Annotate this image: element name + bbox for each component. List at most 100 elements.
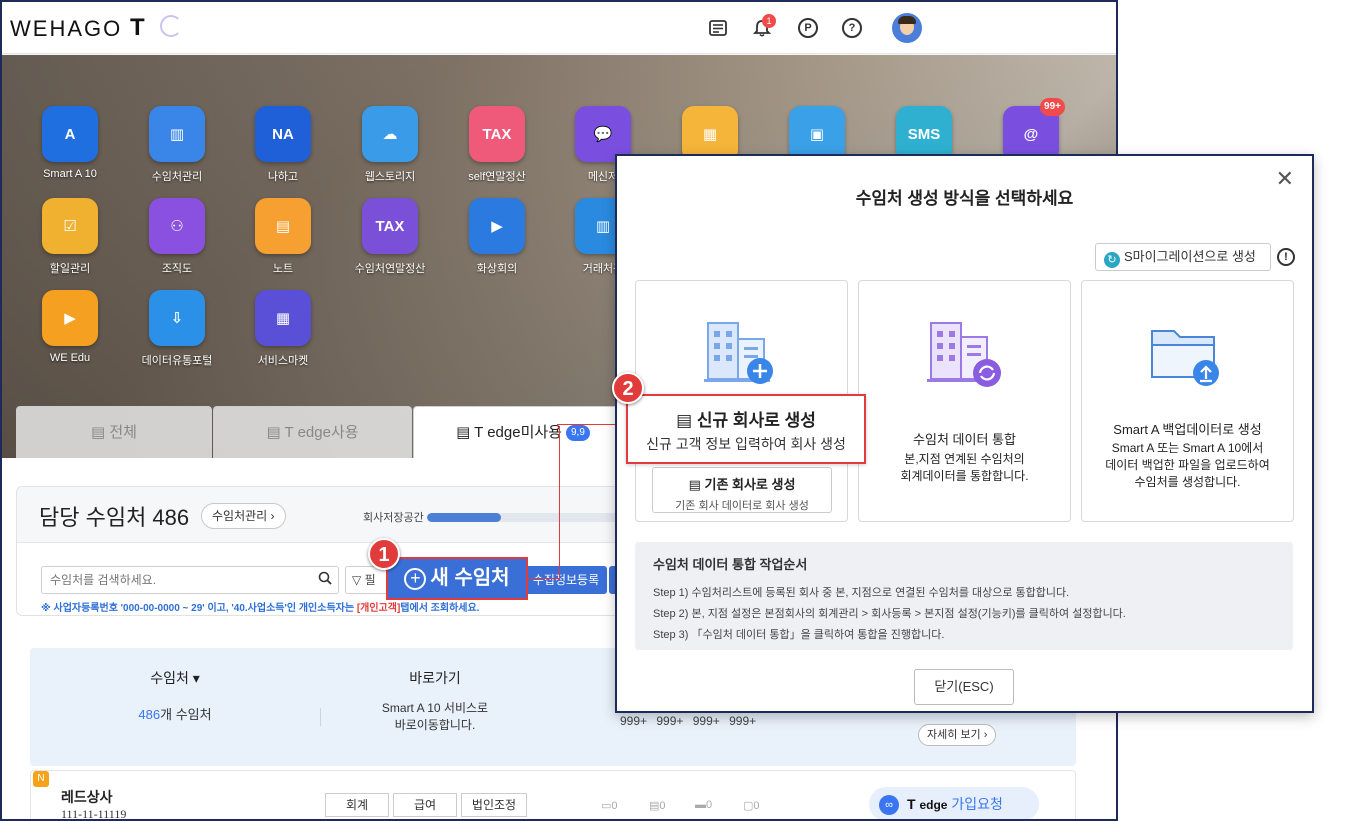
table-row[interactable]: N 레드상사 111-11-11119 회계 급여 법인조정 ▭0 ▤0 ▬0 …: [30, 770, 1076, 819]
app-tile[interactable]: ⚇ 조직도: [132, 198, 222, 276]
app-label: 조직도: [161, 263, 193, 275]
backup-data-card[interactable]: Smart A 백업데이터로 생성 Smart A 또는 Smart A 10에…: [1081, 280, 1294, 522]
building-add-icon: [704, 319, 776, 387]
link-icon: ∞: [879, 795, 899, 816]
app-icon: ☁: [362, 106, 418, 162]
app-label: 할일관리: [49, 263, 91, 275]
app-label: 나하고: [267, 171, 299, 183]
personal-tab-link[interactable]: [개인고객]: [357, 603, 400, 614]
tax-adjust-button[interactable]: 법인조정: [461, 793, 527, 817]
step-marker-2: 2: [612, 372, 644, 404]
info-icon[interactable]: !: [1277, 248, 1295, 266]
app-tile[interactable]: ▥ 수임처관리: [132, 106, 222, 184]
storage-bar: [427, 513, 627, 522]
logo-t: T: [130, 14, 145, 41]
app-label: 수임처연말정산: [354, 263, 426, 275]
step-2-text: Step 2) 본, 지점 설정은 본점회사의 회계관리 > 회사등록 > 본지…: [653, 608, 1126, 620]
app-icon: ⚇: [149, 198, 205, 254]
app-icon: TAX: [469, 106, 525, 162]
summary-shortcut: 바로가기 Smart A 10 서비스로 바로이동합니다.: [340, 648, 530, 766]
app-tile[interactable]: ☑ 할일관리: [25, 198, 115, 276]
s-migration-button[interactable]: ↻ S마이그레이션으로 생성: [1095, 243, 1271, 271]
app-icon: ▤: [255, 198, 311, 254]
client-name[interactable]: 레드상사: [61, 787, 113, 807]
app-tile[interactable]: ▶ 화상회의: [452, 198, 542, 276]
plus-icon: +: [404, 567, 427, 590]
merge-data-card[interactable]: 수임처 데이터 통합 본,지점 연계된 수임처의 회계데이터를 통합합니다.: [858, 280, 1071, 522]
existing-company-button[interactable]: ▤ 기존 회사로 생성 기존 회사 데이터로 회사 생성: [652, 467, 832, 513]
tab-count-badge: 9,9: [566, 425, 590, 442]
clients-count[interactable]: 486: [138, 707, 160, 722]
new-badge: N: [33, 771, 49, 787]
client-panel: 담당 수임처 486 수임처관리 › 회사저장공간 ▽ 필 수집정보등록 ※ 사…: [16, 486, 636, 616]
steps-title: 수임처 데이터 통합 작업순서: [653, 557, 808, 572]
app-label: self연말정산: [468, 171, 526, 183]
app-tile[interactable]: NA 나하고: [238, 106, 328, 184]
app-tile[interactable]: ▦ 서비스마켓: [238, 290, 328, 368]
app-icon: TAX: [362, 198, 418, 254]
app-icon: ⇩: [149, 290, 205, 346]
app-label: 데이터유통포털: [141, 355, 213, 367]
detail-view-button[interactable]: 자세히 보기 ›: [918, 724, 997, 746]
wehago-logo[interactable]: WEHAGO: [10, 16, 122, 42]
top-bar: WEHAGO T 1 P ?: [2, 2, 1116, 54]
step-marker-1: 1: [368, 538, 400, 570]
app-label: WE Edu: [49, 352, 91, 364]
collect-info-button[interactable]: 수집정보등록: [525, 566, 607, 594]
app-label: 수임처관리: [151, 171, 203, 183]
client-search[interactable]: [41, 566, 339, 594]
dialog-close-button[interactable]: 닫기(ESC): [914, 669, 1014, 705]
callout-connector: [559, 426, 560, 578]
tab-tedge-used[interactable]: ▤ T edge사용: [213, 406, 412, 458]
client-manage-button[interactable]: 수임처관리 ›: [201, 503, 286, 529]
app-label: 화상회의: [476, 263, 518, 275]
app-label: Smart A 10: [43, 168, 97, 180]
tab-all[interactable]: ▤ 전체: [16, 406, 212, 458]
new-client-button[interactable]: + 새 수임처: [386, 557, 528, 600]
app-icon: ▦: [255, 290, 311, 346]
doc-count-3: ▬0: [695, 799, 713, 811]
payroll-button[interactable]: 급여: [393, 793, 457, 817]
notification-badge: 1: [762, 14, 776, 28]
app-tile[interactable]: TAX self연말정산: [452, 106, 542, 184]
app-label: 노트: [272, 263, 294, 275]
refresh-icon: ↻: [1104, 252, 1120, 268]
divider: [320, 708, 321, 726]
point-icon[interactable]: P: [798, 18, 818, 38]
clients-sort-header[interactable]: 수임처 ▾: [90, 668, 260, 688]
summary-counts: 999+ 999+ 999+ 999+: [620, 714, 757, 728]
app-tile[interactable]: ▶ WE Edu: [25, 290, 115, 364]
app-icon: ☑: [42, 198, 98, 254]
app-icon: A: [42, 106, 98, 162]
app-tile[interactable]: A Smart A 10: [25, 106, 115, 180]
search-input[interactable]: [42, 567, 312, 593]
storage-bar-fill: [427, 513, 501, 522]
callout-connector: [528, 578, 560, 579]
help-icon[interactable]: ?: [842, 18, 862, 38]
doc-count-4: ▢0: [743, 800, 760, 812]
dialog-title: 수임처 생성 방식을 선택하세요: [855, 189, 1074, 208]
storage-label: 회사저장공간: [363, 512, 424, 524]
app-icon: NA: [255, 106, 311, 162]
app-tile[interactable]: TAX 수임처연말정산: [345, 198, 435, 276]
tab-tedge-unused[interactable]: ▤ T edge미사용 9,9: [413, 406, 633, 458]
new-building-icon: ▤: [676, 411, 693, 430]
app-tile[interactable]: ☁ 웹스토리지: [345, 106, 435, 184]
app-tile[interactable]: ⇩ 데이터유통포털: [132, 290, 222, 368]
app-label: 웹스토리지: [364, 171, 416, 183]
memo-icon[interactable]: [708, 18, 728, 38]
accounting-button[interactable]: 회계: [325, 793, 389, 817]
shortcut-header: 바로가기: [409, 670, 461, 686]
step-3-text: Step 3) 「수임처 데이터 통합」을 클릭하여 통합을 진행합니다.: [653, 629, 945, 641]
app-icon: ▶: [469, 198, 525, 254]
avatar[interactable]: [892, 13, 922, 43]
client-count-title: 담당 수임처 486: [39, 505, 190, 530]
search-icon[interactable]: [318, 571, 332, 585]
app-icon: ▶: [42, 290, 98, 346]
doc-count-2: ▤0: [649, 800, 666, 812]
tedge-join-request-button[interactable]: ∞ T edge 가입요청: [869, 787, 1039, 819]
app-tile[interactable]: ▤ 노트: [238, 198, 328, 276]
building-sync-icon: [927, 319, 1003, 389]
close-icon[interactable]: ✕: [1276, 166, 1294, 192]
new-company-button[interactable]: ▤ 신규 회사로 생성 신규 고객 정보 입력하여 회사 생성: [626, 394, 866, 464]
